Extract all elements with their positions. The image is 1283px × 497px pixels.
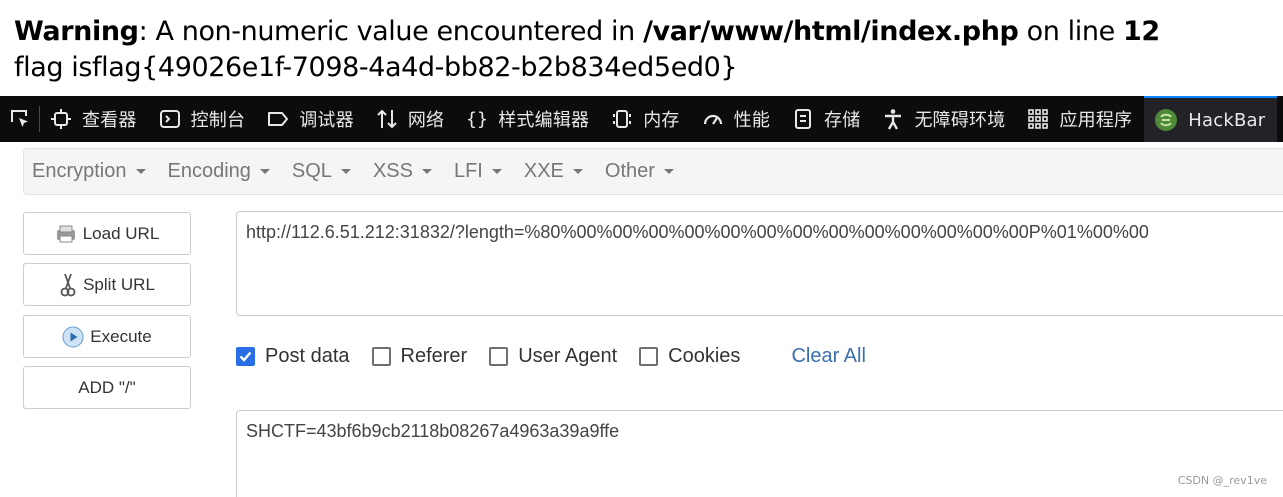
menu-label: XSS [372, 160, 413, 182]
hackbar-icon [1155, 109, 1178, 131]
performance-icon [703, 114, 722, 125]
referer-label: Referer [400, 344, 468, 367]
user-agent-option[interactable]: User Agent [489, 345, 617, 368]
menu-label: SQL [291, 160, 332, 182]
warning-message: : A non-numeric value encountered in [138, 16, 644, 47]
load-url-button[interactable]: Load URL [23, 212, 191, 255]
menu-label: Other [604, 160, 655, 182]
caret-down-icon [135, 169, 146, 174]
devtools-toolbar: 查看器 控制台 调试器 网络 {} 样式编辑器 内存 性能 存储 无障碍环境 应… [0, 96, 1283, 142]
menu-xxe[interactable]: XXE [516, 160, 597, 183]
hackbar-menu: Encryption Encoding SQL XSS LFI XXE Othe… [23, 148, 1283, 195]
tab-label: 应用程序 [1059, 110, 1133, 131]
tab-application[interactable]: 应用程序 [1017, 96, 1144, 142]
tab-label: 查看器 [82, 110, 137, 131]
warning-label: Warning [14, 16, 139, 47]
network-icon [377, 109, 397, 129]
split-url-label: Split URL [83, 274, 155, 294]
application-icon [1028, 109, 1049, 129]
referer-checkbox[interactable] [371, 346, 391, 366]
watermark: CSDN @_rev1ve [1177, 474, 1267, 487]
tab-label: 无障碍环境 [914, 110, 1006, 131]
load-url-icon [55, 224, 77, 244]
accessibility-icon [885, 109, 902, 130]
tab-label: 样式编辑器 [498, 110, 590, 131]
menu-encoding[interactable]: Encoding [160, 160, 284, 183]
url-textarea[interactable]: http://112.6.51.212:31832/?length=%80%00… [236, 211, 1283, 316]
tab-performance[interactable]: 性能 [692, 96, 782, 142]
checkmark-icon [239, 351, 252, 362]
user-agent-label: User Agent [518, 344, 618, 367]
caret-down-icon [491, 169, 502, 174]
warning-file: /var/www/html/index.php [643, 16, 1019, 47]
tab-label: 性能 [733, 110, 771, 131]
post-body-value: SHCTF=43bf6b9cb2118b08267a4963a39a9ffe [246, 421, 620, 441]
add-slash-label: ADD "/" [78, 377, 136, 397]
execute-button[interactable]: Execute [23, 315, 191, 358]
post-data-label: Post data [265, 344, 350, 367]
split-url-button[interactable]: Split URL [23, 263, 191, 306]
tab-accessibility[interactable]: 无障碍环境 [872, 96, 1017, 142]
caret-down-icon [572, 169, 583, 174]
warning-on-line: on line [1018, 16, 1123, 47]
add-slash-button[interactable]: ADD "/" [23, 366, 191, 409]
menu-sql[interactable]: SQL [284, 160, 365, 183]
tab-label: 存储 [824, 110, 861, 131]
menu-label: LFI [453, 160, 483, 182]
tab-label: 网络 [407, 110, 445, 131]
debugger-icon [268, 112, 289, 126]
tab-storage[interactable]: 存储 [782, 96, 872, 142]
caret-down-icon [663, 169, 674, 174]
menu-label: Encryption [32, 160, 127, 182]
menu-label: XXE [523, 160, 564, 182]
tab-label: 控制台 [190, 110, 246, 131]
execute-label: Execute [90, 326, 152, 346]
tab-hackbar[interactable]: HackBar [1144, 96, 1278, 142]
scissors-icon [59, 272, 77, 298]
tab-memory[interactable]: 内存 [601, 96, 691, 142]
element-picker-icon [11, 110, 28, 127]
post-body-textarea[interactable]: SHCTF=43bf6b9cb2118b08267a4963a39a9ffe [236, 410, 1283, 497]
caret-down-icon [259, 169, 270, 174]
caret-down-icon [340, 169, 351, 174]
tab-network[interactable]: 网络 [366, 96, 456, 142]
tab-label: 调试器 [299, 110, 354, 131]
clear-all-link[interactable]: Clear All [791, 345, 865, 368]
svg-text:{}: {} [466, 109, 488, 130]
menu-encryption[interactable]: Encryption [24, 160, 160, 183]
url-value: http://112.6.51.212:31832/?length=%80%00… [246, 222, 1149, 242]
tab-console[interactable]: 控制台 [149, 96, 258, 142]
inspector-icon [51, 109, 71, 129]
flag-line: flag isflag{49026e1f-7098-4a4d-bb82-b2b8… [14, 52, 738, 83]
tab-label: HackBar [1188, 109, 1266, 131]
play-icon [62, 326, 84, 348]
cookies-label: Cookies [668, 344, 741, 367]
tab-inspector[interactable]: 查看器 [40, 96, 149, 142]
user-agent-checkbox[interactable] [489, 346, 509, 366]
storage-icon [795, 109, 812, 129]
cookies-option[interactable]: Cookies [639, 345, 740, 368]
post-data-checkbox[interactable] [236, 346, 255, 366]
referer-option[interactable]: Referer [371, 344, 468, 368]
tab-debugger[interactable]: 调试器 [257, 96, 366, 142]
element-picker-button[interactable] [0, 96, 40, 142]
style-editor-icon: {} [466, 109, 488, 130]
tab-label: 内存 [643, 110, 680, 131]
warning-line-number: 12 [1122, 16, 1160, 47]
menu-xss[interactable]: XSS [365, 160, 446, 183]
menu-lfi[interactable]: LFI [446, 160, 516, 183]
caret-down-icon [421, 169, 432, 174]
console-icon [159, 110, 180, 128]
post-data-option[interactable]: Post data [236, 345, 350, 368]
load-url-label: Load URL [82, 223, 160, 243]
menu-other[interactable]: Other [597, 160, 688, 183]
tab-style-editor[interactable]: {} 样式编辑器 [456, 96, 601, 142]
request-options: Post data Referer User Agent Cookies Cle… [236, 342, 866, 370]
cookies-checkbox[interactable] [639, 346, 659, 366]
php-output: Warning: A non-numeric value encountered… [14, 14, 1160, 86]
memory-icon [613, 110, 632, 128]
menu-label: Encoding [167, 160, 251, 182]
php-warning-line: Warning: A non-numeric value encountered… [14, 14, 1160, 50]
